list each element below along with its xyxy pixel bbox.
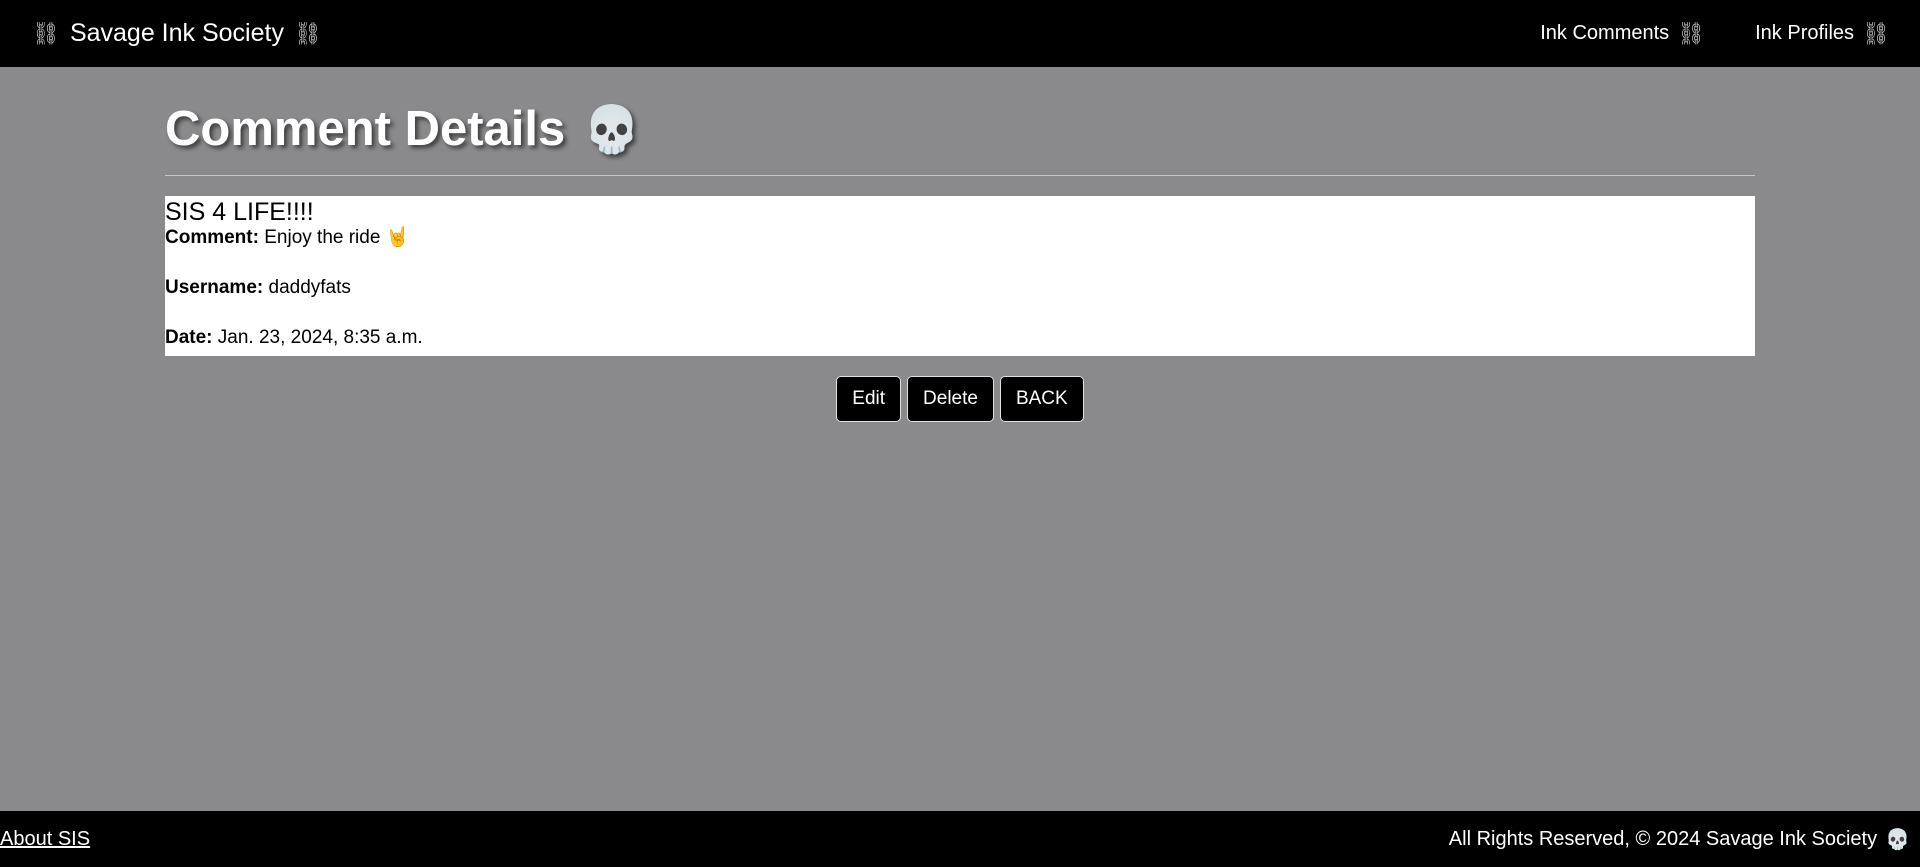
- action-buttons: Edit Delete BACK: [165, 376, 1755, 422]
- nav-links: Ink Comments ⛓ Ink Profiles ⛓: [1540, 21, 1890, 47]
- page-title: Comment Details 💀: [165, 97, 1755, 161]
- comment-label: Comment:: [165, 227, 259, 248]
- nav-link-ink-comments[interactable]: Ink Comments ⛓: [1540, 21, 1705, 47]
- chain-icon: ⛓: [1862, 20, 1890, 46]
- nav-link-label: Ink Comments: [1540, 22, 1670, 44]
- nav-link-label: Ink Profiles: [1755, 22, 1855, 44]
- date-value: Jan. 23, 2024, 8:35 a.m.: [217, 327, 423, 348]
- about-link[interactable]: About SIS: [0, 828, 90, 851]
- edit-button[interactable]: Edit: [836, 376, 902, 422]
- comment-card: SIS 4 LIFE!!!! Comment: Enjoy the ride 🤘…: [165, 196, 1755, 356]
- delete-button[interactable]: Delete: [907, 376, 994, 422]
- footer: About SIS All Rights Reserved, © 2024 Sa…: [0, 811, 1920, 867]
- comment-field: Comment: Enjoy the ride 🤘: [165, 226, 1755, 250]
- page-title-text: Comment Details: [165, 102, 566, 156]
- comment-value: Enjoy the ride 🤘: [264, 227, 410, 248]
- chain-icon: ⛓: [293, 20, 322, 46]
- nav-link-ink-profiles[interactable]: Ink Profiles ⛓: [1755, 21, 1890, 47]
- divider: [165, 175, 1755, 176]
- skull-icon: 💀: [1885, 828, 1910, 851]
- chain-icon: ⛓: [32, 20, 60, 46]
- comment-title: SIS 4 LIFE!!!!: [165, 198, 314, 226]
- copyright: All Rights Reserved, © 2024 Savage Ink S…: [1449, 827, 1910, 852]
- skull-icon: 💀: [583, 103, 641, 155]
- username-label: Username:: [165, 277, 264, 298]
- chain-icon: ⛓: [1677, 20, 1706, 46]
- copyright-text: All Rights Reserved, © 2024 Savage Ink S…: [1448, 827, 1878, 850]
- navbar: ⛓ Savage Ink Society ⛓ Ink Comments ⛓ In…: [0, 0, 1920, 67]
- date-label: Date:: [165, 327, 213, 348]
- username-field: Username: daddyfats: [165, 276, 1755, 300]
- username-value: daddyfats: [268, 277, 351, 298]
- main-content: Comment Details 💀 SIS 4 LIFE!!!! Comment…: [165, 67, 1755, 422]
- brand-name: Savage Ink Society: [69, 19, 284, 47]
- back-button[interactable]: BACK: [999, 376, 1084, 422]
- brand-link[interactable]: ⛓ Savage Ink Society ⛓: [32, 19, 322, 48]
- date-field: Date: Jan. 23, 2024, 8:35 a.m.: [165, 326, 1755, 350]
